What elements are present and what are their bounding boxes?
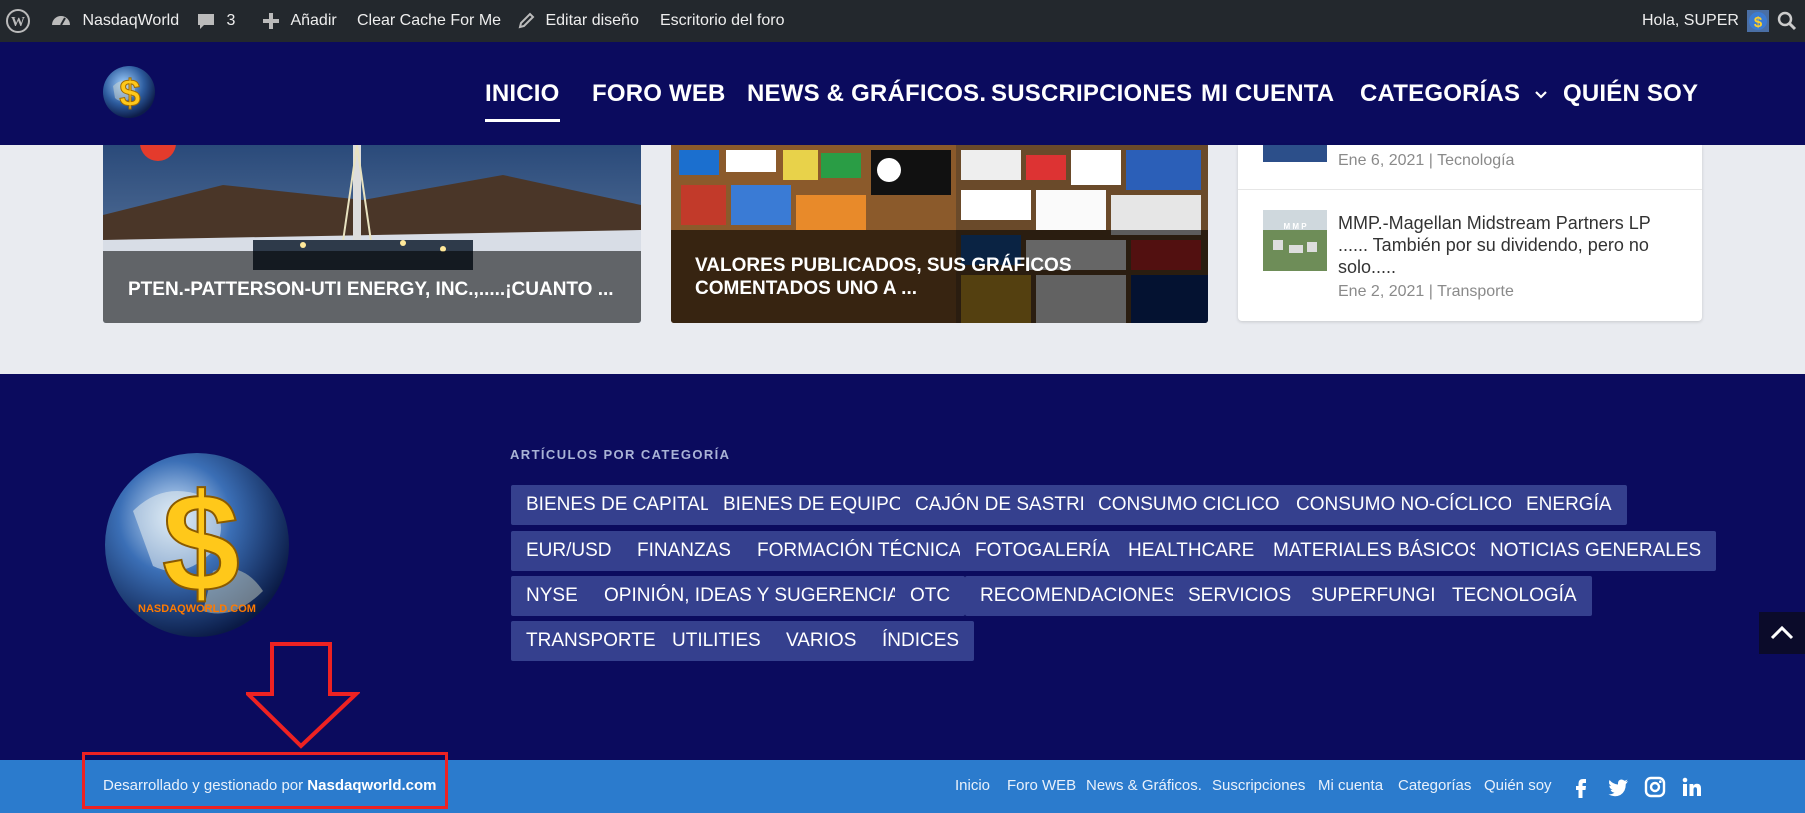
post-meta: Ene 6, 2021 | Tecnología <box>1338 152 1515 169</box>
footer-link-quien-soy[interactable]: Quién soy <box>1484 777 1552 794</box>
wordpress-icon[interactable]: W <box>6 0 34 42</box>
comment-icon <box>198 13 214 29</box>
pencil-icon <box>518 12 535 29</box>
site-logo[interactable]: $ <box>101 64 157 120</box>
tag-materiales-basicos[interactable]: MATERIALES BÁSICOS <box>1258 531 1497 571</box>
tag-nyse[interactable]: NYSE <box>511 576 593 616</box>
tag-eur-usd[interactable]: EUR/USD <box>511 531 627 571</box>
tag-recomendaciones[interactable]: RECOMENDACIONES <box>965 576 1192 616</box>
avatar-icon: $ <box>1747 9 1770 32</box>
down-arrow-annotation <box>246 642 360 749</box>
twitter-icon[interactable] <box>1606 775 1630 799</box>
svg-text:W: W <box>11 15 25 30</box>
dashboard-icon <box>52 15 70 26</box>
credit-highlight-box <box>82 752 448 809</box>
footer-link-categorias[interactable]: Categorías <box>1398 777 1471 794</box>
post-category[interactable]: Tecnología <box>1437 152 1514 169</box>
tag-servicios[interactable]: SERVICIOS <box>1173 576 1307 616</box>
site-name: NasdaqWorld <box>82 12 180 29</box>
tag-cajon-de-sastre[interactable]: CAJÓN DE SASTRE <box>900 485 1108 525</box>
footer-link-mi-cuenta[interactable]: Mi cuenta <box>1318 777 1383 794</box>
greeting: Hola, SUPER <box>1642 12 1739 29</box>
tag-otc[interactable]: OTC <box>895 576 966 616</box>
svg-text:$: $ <box>162 464 240 621</box>
add-new-label: Añadir <box>290 12 337 29</box>
tag-superfungi[interactable]: SUPERFUNGI <box>1296 576 1451 616</box>
featured-post-card[interactable]: VALORES PUBLICADOS, SUS GRÁFICOS COMENTA… <box>671 145 1208 323</box>
search-icon[interactable] <box>1777 0 1797 42</box>
post-thumbnail[interactable]: M M P <box>1263 210 1327 271</box>
post-meta: Ene 2, 2021 | Transporte <box>1338 283 1514 300</box>
back-to-top-button[interactable] <box>1759 612 1805 654</box>
nav-news-graficos[interactable]: NEWS & GRÁFICOS. <box>747 80 986 108</box>
footer-link-foro-web[interactable]: Foro WEB <box>1007 777 1076 794</box>
tag-consumo-ciclico[interactable]: CONSUMO CICLICO <box>1083 485 1295 525</box>
nav-categorias-label: CATEGORÍAS <box>1360 80 1521 107</box>
content-area: PTEN.-PATTERSON-UTI ENERGY, INC.,.....¡C… <box>0 145 1805 374</box>
tag-bienes-de-equipo[interactable]: BIENES DE EQUIPO <box>708 485 919 525</box>
tag-healthcare[interactable]: HEALTHCARE <box>1113 531 1270 571</box>
site-name-link[interactable]: NasdaqWorld <box>50 0 179 42</box>
tags-title: ARTÍCULOS POR CATEGORÍA <box>510 447 731 462</box>
nav-mi-cuenta[interactable]: MI CUENTA <box>1201 80 1334 108</box>
comments-link[interactable]: 3 <box>196 0 235 42</box>
footer-link-inicio[interactable]: Inicio <box>955 777 990 794</box>
svg-text:$: $ <box>1754 14 1763 31</box>
tag-utilities[interactable]: UTILITIES <box>657 621 776 661</box>
tag-indices[interactable]: ÍNDICES <box>867 621 975 661</box>
arrow-up-icon <box>1770 625 1794 640</box>
svg-text:M M P: M M P <box>1283 222 1307 231</box>
tag-opinion[interactable]: OPINIÓN, IDEAS Y SUGERENCIAS <box>589 576 928 616</box>
main-header: $ INICIO FORO WEB NEWS & GRÁFICOS. SUSCR… <box>0 42 1805 145</box>
nav-foro-web[interactable]: FORO WEB <box>592 80 726 108</box>
tag-bienes-de-capital[interactable]: BIENES DE CAPITAL <box>511 485 726 525</box>
divider <box>1238 189 1702 190</box>
tag-varios[interactable]: VARIOS <box>771 621 872 661</box>
add-new-link[interactable]: Añadir <box>262 0 337 42</box>
linkedin-icon[interactable] <box>1680 775 1704 799</box>
recent-posts-widget: Ene 6, 2021 | Tecnología M M P MMP.-Mage… <box>1238 145 1702 321</box>
post-thumbnail[interactable] <box>1263 145 1327 162</box>
svg-text:$: $ <box>119 73 140 115</box>
facebook-icon[interactable] <box>1569 775 1593 799</box>
edit-design-label: Editar diseño <box>545 12 639 29</box>
tag-tecnologia[interactable]: TECNOLOGÍA <box>1437 576 1592 616</box>
edit-design-link[interactable]: Editar diseño <box>517 0 639 42</box>
user-menu[interactable]: Hola, SUPER $ <box>1642 0 1770 42</box>
tag-consumo-no-ciclico[interactable]: CONSUMO NO-CÍCLICO <box>1281 485 1528 525</box>
featured-post-card[interactable]: PTEN.-PATTERSON-UTI ENERGY, INC.,.....¡C… <box>103 145 641 323</box>
footer-link-suscripciones[interactable]: Suscripciones <box>1212 777 1305 794</box>
tag-energia[interactable]: ENERGÍA <box>1511 485 1627 525</box>
featured-post-title[interactable]: VALORES PUBLICADOS, SUS GRÁFICOS COMENTA… <box>671 254 1208 300</box>
nav-quien-soy[interactable]: QUIÉN SOY <box>1563 80 1698 108</box>
tag-fotogaleria[interactable]: FOTOGALERÍA <box>960 531 1125 571</box>
post-category[interactable]: Transporte <box>1437 283 1514 300</box>
admin-bar: W NasdaqWorld 3 Añadir Clear Cache For M… <box>0 0 1805 42</box>
instagram-icon[interactable] <box>1643 775 1667 799</box>
post-date: Ene 6, 2021 <box>1338 152 1425 169</box>
footer-logo-text: NASDAQWORLD.COM <box>138 603 256 615</box>
featured-post-title[interactable]: PTEN.-PATTERSON-UTI ENERGY, INC.,.....¡C… <box>103 278 641 301</box>
tag-transporte[interactable]: TRANSPORTE <box>511 621 671 661</box>
footer-link-news-graficos[interactable]: News & Gráficos. <box>1086 777 1202 794</box>
footer-logo: $ NASDAQWORLD.COM <box>103 451 291 639</box>
forum-desk-link[interactable]: Escritorio del foro <box>660 0 785 42</box>
comments-count: 3 <box>226 12 236 29</box>
post-title[interactable]: MMP.-Magellan Midstream Partners LP ....… <box>1338 212 1678 278</box>
nav-suscripciones[interactable]: SUSCRIPCIONES <box>991 80 1192 108</box>
tag-noticias-generales[interactable]: NOTICIAS GENERALES <box>1475 531 1717 571</box>
plus-icon <box>263 12 279 29</box>
tag-finanzas[interactable]: FINANZAS <box>622 531 746 571</box>
chevron-down-icon <box>1535 90 1547 99</box>
clear-cache-link[interactable]: Clear Cache For Me <box>357 0 501 42</box>
nav-categorias[interactable]: CATEGORÍAS <box>1360 80 1549 108</box>
footer: $ NASDAQWORLD.COM ARTÍCULOS POR CATEGORÍ… <box>0 374 1805 760</box>
nav-inicio[interactable]: INICIO <box>485 80 560 122</box>
post-date: Ene 2, 2021 <box>1338 283 1425 300</box>
tag-formacion-tecnica[interactable]: FORMACIÓN TÉCNICA <box>742 531 977 571</box>
